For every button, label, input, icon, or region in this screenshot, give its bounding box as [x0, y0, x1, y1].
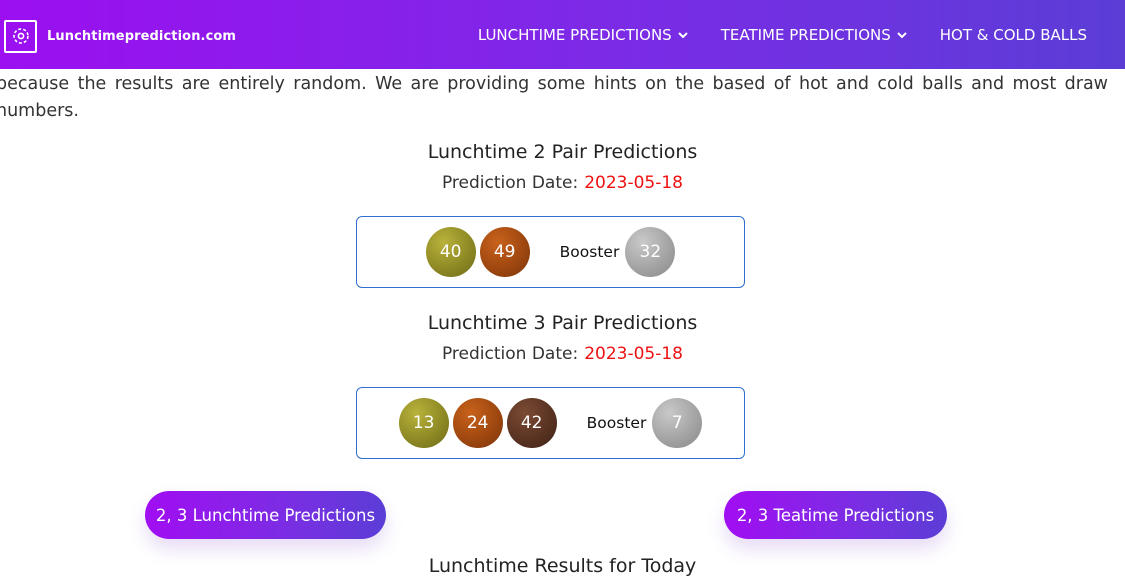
prediction-date-value: 2023-05-18	[584, 344, 683, 364]
chevron-down-icon	[678, 31, 688, 39]
booster-ball: 32	[625, 227, 676, 277]
chevron-down-icon	[897, 31, 907, 39]
prediction-title: Lunchtime 2 Pair Predictions	[427, 141, 698, 163]
booster-label: Booster	[559, 243, 620, 261]
prediction-section-3-pair: Lunchtime 3 Pair Predictions Prediction …	[0, 312, 1125, 364]
lotto-ball: 40	[425, 227, 476, 277]
nav-item-label: LUNCHTIME PREDICTIONS	[477, 25, 672, 44]
brand-name: Lunchtimeprediction.com	[47, 28, 237, 44]
results-title: Lunchtime Results for Today	[428, 555, 697, 577]
target-icon	[4, 19, 37, 53]
intro-paragraph: because the results are entirely random.…	[0, 74, 1108, 121]
brand-link[interactable]: Lunchtimeprediction.com	[4, 19, 236, 53]
nav-item-label: TEATIME PREDICTIONS	[720, 25, 891, 44]
nav-item-label: HOT & COLD BALLS	[939, 25, 1087, 44]
nav-item-hot-cold-balls[interactable]: HOT & COLD BALLS	[940, 26, 1087, 44]
nav-item-teatime-predictions[interactable]: TEATIME PREDICTIONS	[721, 26, 907, 44]
lunchtime-predictions-button[interactable]: 2, 3 Lunchtime Predictions	[145, 491, 386, 539]
lotto-ball: 42	[506, 398, 557, 448]
lotto-ball: 24	[452, 398, 503, 448]
prediction-balls-box: 13 24 42 Booster 7	[356, 387, 745, 459]
prediction-balls-box: 40 49 Booster 32	[356, 216, 745, 288]
teatime-predictions-button[interactable]: 2, 3 Teatime Predictions	[724, 491, 947, 539]
booster-label: Booster	[586, 414, 647, 432]
nav-item-lunchtime-predictions[interactable]: LUNCHTIME PREDICTIONS	[478, 26, 688, 44]
lotto-ball: 49	[479, 227, 530, 277]
prediction-date-row: Prediction Date: 2023-05-18	[0, 173, 1125, 193]
nav-menu: LUNCHTIME PREDICTIONS TEATIME PREDICTION…	[445, 0, 1087, 69]
prediction-date-value: 2023-05-18	[584, 173, 683, 193]
prediction-date-row: Prediction Date: 2023-05-18	[0, 344, 1125, 364]
prediction-date-label: Prediction Date:	[441, 173, 579, 193]
booster-ball: 7	[652, 398, 703, 448]
top-navbar: Lunchtimeprediction.com LUNCHTIME PREDIC…	[0, 0, 1125, 69]
prediction-date-label: Prediction Date:	[441, 344, 579, 364]
prediction-title: Lunchtime 3 Pair Predictions	[427, 312, 698, 334]
lotto-ball: 13	[398, 398, 449, 448]
prediction-section-2-pair: Lunchtime 2 Pair Predictions Prediction …	[0, 141, 1125, 193]
